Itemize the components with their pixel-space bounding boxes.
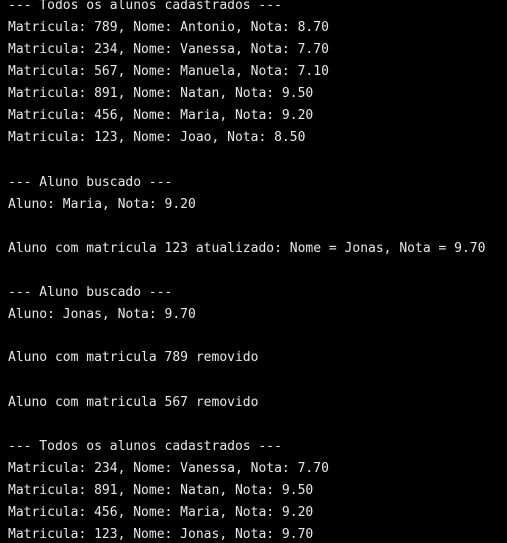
- student-record: Matricula: 891, Nome: Natan, Nota: 9.50: [8, 483, 314, 498]
- search-result: Aluno: Maria, Nota: 9.20: [8, 197, 196, 212]
- section-header: --- Todos os alunos cadastrados ---: [8, 439, 282, 454]
- student-record: Matricula: 123, Nome: Joao, Nota: 8.50: [8, 130, 306, 145]
- student-record: Matricula: 123, Nome: Jonas, Nota: 9.70: [8, 527, 314, 542]
- student-record: Matricula: 456, Nome: Maria, Nota: 9.20: [8, 108, 314, 123]
- student-record: Matricula: 891, Nome: Natan, Nota: 9.50: [8, 86, 314, 101]
- update-message: Aluno com matricula 123 atualizado: Nome…: [8, 241, 486, 256]
- search-header: --- Aluno buscado ---: [8, 175, 173, 190]
- section-header: --- Todos os alunos cadastrados ---: [8, 0, 282, 13]
- student-record: Matricula: 456, Nome: Maria, Nota: 9.20: [8, 505, 314, 520]
- search-header: --- Aluno buscado ---: [8, 285, 173, 300]
- remove-message: Aluno com matricula 789 removido: [8, 350, 259, 365]
- student-record: Matricula: 234, Nome: Vanessa, Nota: 7.7…: [8, 42, 329, 57]
- student-record: Matricula: 234, Nome: Vanessa, Nota: 7.7…: [8, 461, 329, 476]
- student-record: Matricula: 567, Nome: Manuela, Nota: 7.1…: [8, 64, 329, 79]
- search-result: Aluno: Jonas, Nota: 9.70: [8, 307, 196, 322]
- console-output: --- Todos os alunos cadastrados --- Matr…: [0, 0, 507, 543]
- remove-message: Aluno com matricula 567 removido: [8, 395, 259, 410]
- student-record: Matricula: 789, Nome: Antonio, Nota: 8.7…: [8, 20, 329, 35]
